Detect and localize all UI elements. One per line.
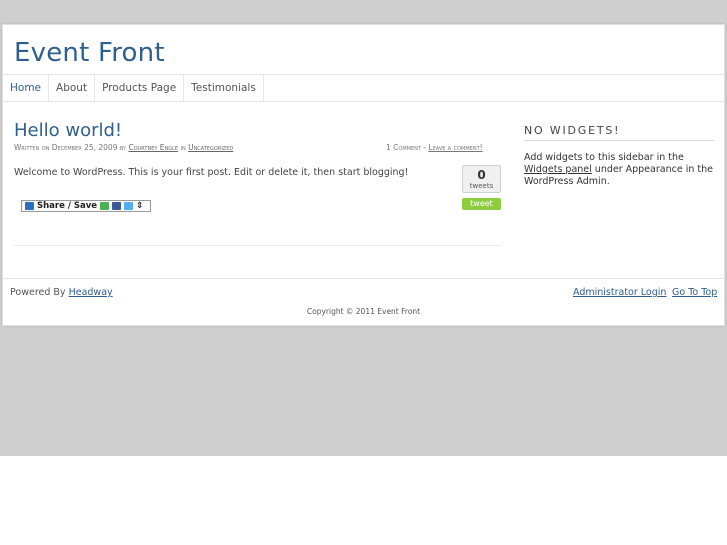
facebook-icon [112,202,122,210]
widgets-panel-link[interactable]: Widgets panel [524,164,592,175]
post-comments: 1 Comment - Leave a comment! [386,143,483,152]
tweet-count-label: tweets [469,182,494,190]
tweet-count: 0 [477,168,486,182]
post-title[interactable]: Hello world! [14,120,122,141]
share-icon [100,202,110,210]
nav-item-home[interactable]: Home [3,75,50,101]
nav-item-about[interactable]: About [49,75,96,101]
administrator-login-link[interactable]: Administrator Login [573,287,666,298]
expand-icon: ⇕ [136,201,144,211]
post-meta-date: Written on December 25, 2009 by [14,143,129,152]
site-title[interactable]: Event Front [14,38,165,68]
post-meta-in: in [178,143,189,152]
main-navigation: Home About Products Page Testimonials [3,74,724,102]
post-divider [14,245,501,246]
plus-icon [25,202,34,210]
copyright: Copyright © 2011 Event Front [306,307,421,316]
powered-by-label: Powered By [10,287,69,298]
leave-comment-link[interactable]: Leave a comment! [428,143,482,152]
comment-count-link[interactable]: 1 Comment [386,143,421,152]
nav-item-testimonials[interactable]: Testimonials [184,75,264,101]
nav-item-products-page[interactable]: Products Page [95,75,185,101]
post-category-link[interactable]: Uncategorized [188,143,233,152]
post-body: Welcome to WordPress. This is your first… [14,167,409,178]
share-save-label: Share / Save [37,201,98,211]
post-author-link[interactable]: Courtney Engle [128,143,178,152]
sidebar-text: Add widgets to this sidebar in the Widge… [524,152,714,188]
post-meta: Written on December 25, 2009 by Courtney… [14,143,233,152]
go-to-top-link[interactable]: Go To Top [672,287,717,298]
headway-link[interactable]: Headway [69,287,113,298]
powered-by: Powered By Headway [10,287,113,298]
footer-divider [3,278,724,279]
twitter-icon [124,202,134,210]
site-wrapper: Event Front Home About Products Page Tes… [2,24,725,326]
share-save-button[interactable]: Share / Save ⇕ [21,200,151,212]
sidebar-title: NO WIDGETS! [524,124,714,141]
tweet-button[interactable]: tweet [462,198,501,210]
tweet-counter[interactable]: 0 tweets [462,165,501,193]
sidebar-text-before: Add widgets to this sidebar in the [524,152,684,163]
